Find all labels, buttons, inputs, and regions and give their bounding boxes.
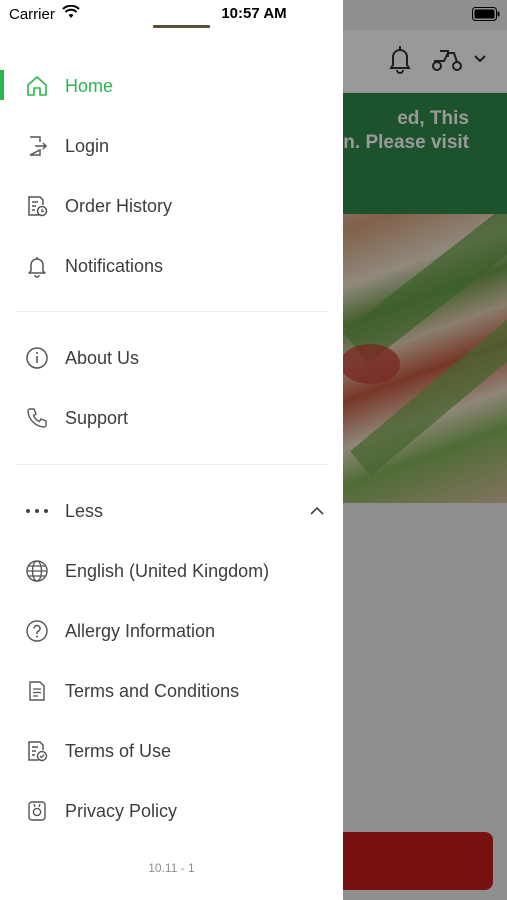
home-icon — [24, 73, 50, 99]
bell-icon — [24, 253, 50, 279]
menu-item-notifications[interactable]: Notifications — [0, 240, 343, 292]
menu-item-terms-and-conditions[interactable]: Terms and Conditions — [0, 665, 343, 717]
divider — [16, 311, 328, 312]
menu-item-label: Less — [65, 500, 104, 521]
menu-item-home[interactable]: Home — [0, 60, 343, 112]
menu-item-privacy-policy[interactable]: Privacy Policy — [0, 785, 343, 837]
carrier-label: Carrier — [9, 6, 55, 23]
menu-item-language[interactable]: English (United Kingdom) — [0, 545, 343, 597]
battery-icon — [472, 7, 500, 21]
drag-handle[interactable] — [153, 25, 210, 28]
menu-item-label: Allergy Information — [65, 620, 216, 641]
menu-item-support[interactable]: Support — [0, 392, 343, 444]
menu-item-label: Terms and Conditions — [65, 680, 240, 701]
menu-item-label: Terms of Use — [65, 740, 172, 761]
document-icon — [24, 678, 50, 704]
chevron-up-icon — [310, 506, 324, 515]
menu-item-allergy-information[interactable]: Allergy Information — [0, 605, 343, 657]
wifi-icon — [62, 5, 80, 18]
menu-item-order-history[interactable]: Order History — [0, 180, 343, 232]
menu-item-label: Home — [65, 75, 114, 96]
menu-item-about-us[interactable]: About Us — [0, 332, 343, 384]
phone-icon — [24, 405, 50, 431]
ellipsis-icon — [24, 498, 50, 524]
menu-item-label: Login — [65, 135, 110, 156]
clock: 10:57 AM — [221, 5, 287, 22]
status-bar: Carrier 10:57 AM — [0, 0, 507, 30]
question-circle-icon — [24, 618, 50, 644]
menu-item-login[interactable]: Login — [0, 120, 343, 172]
divider — [16, 464, 328, 465]
menu-item-label: About Us — [65, 347, 140, 368]
menu-item-label: Privacy Policy — [65, 800, 178, 821]
menu-item-label: Support — [65, 407, 129, 428]
menu-item-terms-of-use[interactable]: Terms of Use — [0, 725, 343, 777]
app-version: 10.11 - 1 — [148, 861, 195, 875]
receipt-clock-icon — [24, 193, 50, 219]
document-check-icon — [24, 738, 50, 764]
login-icon — [24, 133, 50, 159]
globe-icon — [24, 558, 50, 584]
info-icon — [24, 345, 50, 371]
menu-item-label: Notifications — [65, 255, 164, 276]
menu-toggle-less[interactable]: Less — [0, 485, 343, 537]
side-drawer: Home Login Order History Notifications A… — [0, 0, 343, 900]
menu-item-label: Order History — [65, 195, 173, 216]
privacy-shield-icon — [24, 798, 50, 824]
menu-item-label: English (United Kingdom) — [65, 560, 270, 581]
